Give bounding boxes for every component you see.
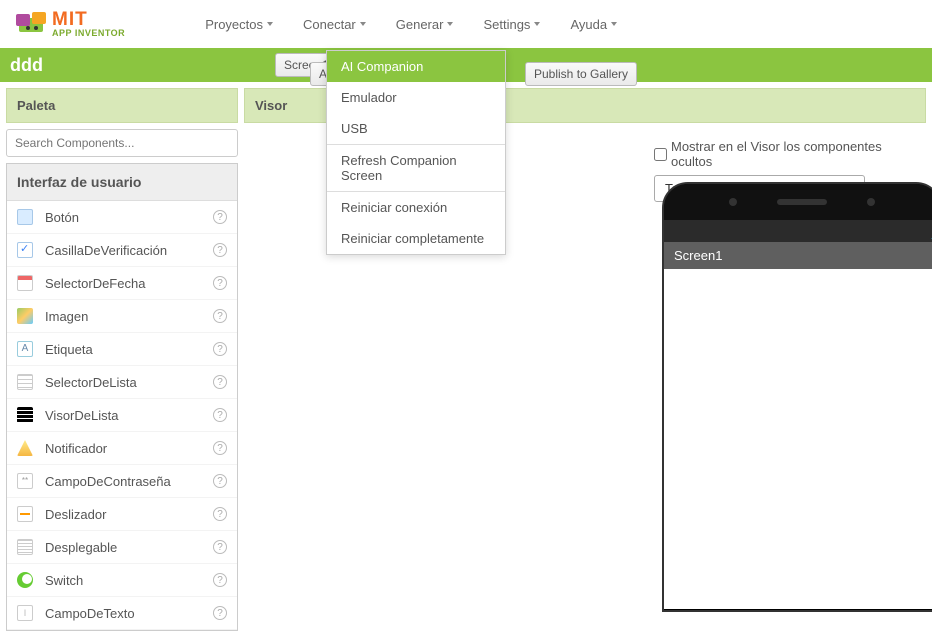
help-icon[interactable]: ?: [213, 606, 227, 620]
screen-body[interactable]: [664, 269, 932, 609]
help-icon[interactable]: ?: [213, 210, 227, 224]
help-icon[interactable]: ?: [213, 474, 227, 488]
dropdown-emulador[interactable]: Emulador: [327, 82, 505, 113]
speaker-icon: [777, 199, 827, 205]
menu-ayuda[interactable]: Ayuda: [570, 17, 617, 32]
help-icon[interactable]: ?: [213, 309, 227, 323]
component-label: VisorDeLista: [45, 408, 201, 423]
category-interfaz-usuario[interactable]: Interfaz de usuario: [7, 164, 237, 201]
main-menu: Proyectos Conectar Generar Settings Ayud…: [205, 17, 617, 32]
menu-conectar[interactable]: Conectar: [303, 17, 366, 32]
dropdown-usb[interactable]: USB: [327, 113, 505, 144]
component-visor-lista[interactable]: VisorDeLista?: [7, 399, 237, 432]
caret-icon: [267, 22, 273, 26]
component-label: CasillaDeVerificación: [45, 243, 201, 258]
show-hidden-checkbox[interactable]: [654, 148, 667, 161]
component-label: Imagen: [45, 309, 201, 324]
logo[interactable]: MIT APP INVENTOR: [16, 10, 125, 38]
component-label: SelectorDeFecha: [45, 276, 201, 291]
component-desplegable[interactable]: Desplegable?: [7, 531, 237, 564]
checkbox-icon: [17, 242, 33, 258]
notifier-icon: [17, 440, 33, 456]
password-icon: **: [17, 473, 33, 489]
button-icon: [17, 209, 33, 225]
spinner-icon: [17, 539, 33, 555]
menu-generar[interactable]: Generar: [396, 17, 454, 32]
palette-box: Interfaz de usuario Botón? CasillaDeVeri…: [6, 163, 238, 631]
image-icon: [17, 308, 33, 324]
phone-top: [664, 184, 932, 220]
dropdown-reiniciar-completo[interactable]: Reiniciar completamente: [327, 223, 505, 254]
component-label: CampoDeContraseña: [45, 474, 201, 489]
label-icon: A: [17, 341, 33, 357]
switch-icon: [17, 572, 33, 588]
project-name: ddd: [8, 55, 43, 76]
menu-proyectos-label: Proyectos: [205, 17, 263, 32]
menu-settings-label: Settings: [483, 17, 530, 32]
menu-generar-label: Generar: [396, 17, 444, 32]
caret-icon: [447, 22, 453, 26]
component-label: Switch: [45, 573, 201, 588]
show-hidden-row[interactable]: Mostrar en el Visor los componentes ocul…: [654, 139, 922, 169]
dropdown-refresh[interactable]: Refresh Companion Screen: [327, 145, 505, 191]
component-label: Notificador: [45, 441, 201, 456]
camera-icon: [867, 198, 875, 206]
search-components-input[interactable]: [6, 129, 238, 157]
publish-gallery-button[interactable]: Publish to Gallery: [525, 62, 637, 86]
help-icon[interactable]: ?: [213, 375, 227, 389]
component-casilla[interactable]: CasillaDeVerificación?: [7, 234, 237, 267]
component-deslizador[interactable]: Deslizador?: [7, 498, 237, 531]
component-label: Etiqueta: [45, 342, 201, 357]
caret-icon: [360, 22, 366, 26]
conectar-dropdown: AI Companion Emulador USB Refresh Compan…: [326, 50, 506, 255]
listpicker-icon: [17, 374, 33, 390]
component-label: Botón: [45, 210, 201, 225]
dropdown-ai-companion[interactable]: AI Companion: [327, 51, 505, 82]
topbar: MIT APP INVENTOR Proyectos Conectar Gene…: [0, 0, 932, 48]
component-imagen[interactable]: Imagen?: [7, 300, 237, 333]
component-etiqueta[interactable]: A Etiqueta?: [7, 333, 237, 366]
datepicker-icon: [17, 275, 33, 291]
brand-mit: MIT: [52, 10, 125, 29]
textbox-icon: I: [17, 605, 33, 621]
help-icon[interactable]: ?: [213, 408, 227, 422]
phone-statusbar: ◢: [664, 220, 932, 242]
show-hidden-label: Mostrar en el Visor los componentes ocul…: [671, 139, 922, 169]
component-label: Desplegable: [45, 540, 201, 555]
brand-sub: APP INVENTOR: [52, 29, 125, 38]
caret-icon: [611, 22, 617, 26]
logo-icon: [16, 12, 46, 36]
component-label: CampoDeTexto: [45, 606, 201, 621]
caret-icon: [534, 22, 540, 26]
component-label: Deslizador: [45, 507, 201, 522]
brand-text: MIT APP INVENTOR: [52, 10, 125, 38]
palette-title: Paleta: [6, 88, 238, 123]
component-texto[interactable]: I CampoDeTexto?: [7, 597, 237, 630]
dropdown-reiniciar-conexion[interactable]: Reiniciar conexión: [327, 192, 505, 223]
sensor-icon: [729, 198, 737, 206]
component-notificador[interactable]: Notificador?: [7, 432, 237, 465]
listview-icon: [17, 407, 33, 423]
component-fecha[interactable]: SelectorDeFecha?: [7, 267, 237, 300]
phone-preview: ◢ Screen1: [662, 182, 932, 612]
menu-settings[interactable]: Settings: [483, 17, 540, 32]
component-boton[interactable]: Botón?: [7, 201, 237, 234]
help-icon[interactable]: ?: [213, 540, 227, 554]
screen-title-bar: Screen1: [664, 242, 932, 269]
component-switch[interactable]: Switch?: [7, 564, 237, 597]
menu-ayuda-label: Ayuda: [570, 17, 607, 32]
help-icon[interactable]: ?: [213, 342, 227, 356]
help-icon[interactable]: ?: [213, 441, 227, 455]
help-icon[interactable]: ?: [213, 276, 227, 290]
component-selector-lista[interactable]: SelectorDeLista?: [7, 366, 237, 399]
help-icon[interactable]: ?: [213, 243, 227, 257]
component-label: SelectorDeLista: [45, 375, 201, 390]
menu-conectar-label: Conectar: [303, 17, 356, 32]
slider-icon: [17, 506, 33, 522]
help-icon[interactable]: ?: [213, 573, 227, 587]
palette-column: Paleta Interfaz de usuario Botón? Casill…: [0, 82, 244, 631]
help-icon[interactable]: ?: [213, 507, 227, 521]
menu-proyectos[interactable]: Proyectos: [205, 17, 273, 32]
component-contrasena[interactable]: ** CampoDeContraseña?: [7, 465, 237, 498]
